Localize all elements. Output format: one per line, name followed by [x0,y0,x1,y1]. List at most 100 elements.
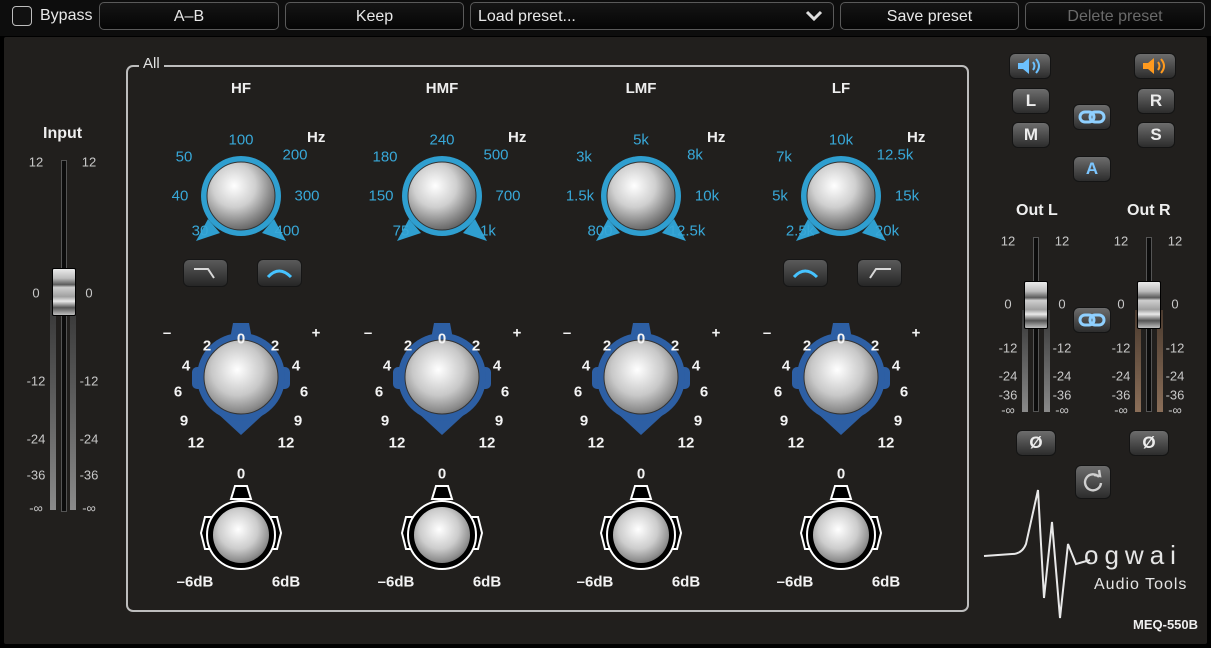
phase-left-button[interactable]: Ø [1016,430,1056,456]
brand-subtitle: Audio Tools [1094,576,1188,593]
input-scale-tick: 0 [85,285,93,301]
frequency-scale-label: 800 [587,222,613,240]
trim-min-label: –6dB [377,573,415,591]
right-channel-button[interactable]: R [1137,88,1175,114]
band-title: HF [231,80,251,97]
input-scale-tick: -36 [79,467,99,483]
trim-zero-label: 0 [836,465,846,483]
frequency-scale-label: 30 [191,222,209,240]
trim-max-label: 6dB [671,573,701,591]
bell-icon [792,269,819,279]
out-left-scale-tick: 0 [1058,296,1066,312]
frequency-scale-label: 20k [874,222,900,240]
out-left-scale-tick: -∞ [1001,402,1015,418]
gain-scale-label: 4 [891,357,901,375]
gain-scale-label: 2 [670,337,680,355]
out-right-scale-tick: 0 [1117,296,1125,312]
gain-scale-label: 9 [893,412,903,430]
out-right-scale-tick: -24 [1165,368,1185,384]
auto-gain-button[interactable]: A [1073,156,1111,182]
gain-plus-label: + [311,324,321,342]
frequency-scale-label: 1.5k [565,187,595,205]
band-title: LMF [625,80,657,97]
out-left-scale-tick: 0 [1004,296,1012,312]
gain-scale-label: 9 [779,412,789,430]
filter-shape-button[interactable] [183,259,228,287]
link-outputs-button[interactable] [1073,307,1111,333]
logo-wave-icon [983,489,1091,619]
frequency-scale-label: 5k [633,131,649,149]
gain-scale-label: 9 [293,412,303,430]
gain-scale-label: 4 [581,357,591,375]
preset-dropdown[interactable]: Load preset... [470,2,834,30]
delete-preset-button[interactable]: Delete preset [1025,2,1205,30]
gain-scale-label: 12 [677,434,695,452]
frequency-scale-label: 40 [171,187,189,205]
out-left-fader-handle[interactable] [1024,281,1048,329]
frequency-scale-label: 8k [687,146,703,164]
frequency-scale-label: 180 [372,148,398,166]
gain-minus-label: – [162,324,172,342]
frequency-scale-label: 1k [480,222,496,240]
band-title: LF [831,80,851,97]
frequency-scale-label: 15k [894,187,920,205]
out-left-scale-tick: 12 [1054,233,1070,249]
frequency-scale-label: 240 [429,131,455,149]
bell-icon [266,269,293,279]
trim-zero-label: 0 [437,465,447,483]
filter-shape-button[interactable] [857,259,902,287]
filter-shape-button[interactable] [783,259,828,287]
phase-right-button[interactable]: Ø [1129,430,1169,456]
input-scale-tick: -12 [79,373,99,389]
frequency-scale-label: 10k [828,131,854,149]
input-scale-tick: -36 [26,467,46,483]
out-right-fader-handle[interactable] [1137,281,1161,329]
bypass-label: Bypass [40,7,93,24]
trim-min-label: –6dB [176,573,214,591]
toolbar: Bypass A–B Keep Load preset... Save pres… [0,0,1211,36]
trim-knob[interactable] [191,483,291,583]
speaker-icon [1143,58,1165,74]
keep-button[interactable]: Keep [285,2,464,30]
trim-knob[interactable] [591,483,691,583]
trim-max-label: 6dB [871,573,901,591]
trim-knob[interactable] [392,483,492,583]
gain-scale-label: 4 [382,357,392,375]
gain-scale-label: 2 [403,337,413,355]
gain-scale-label: 4 [181,357,191,375]
link-channels-button[interactable] [1073,104,1111,130]
gain-scale-label: 2 [270,337,280,355]
frequency-unit-label: Hz [508,129,527,146]
input-scale-tick: -∞ [82,500,96,516]
ab-button[interactable]: A–B [99,2,279,30]
speaker-right-button[interactable] [1134,53,1176,79]
frequency-scale-label: 75 [392,222,410,240]
frequency-scale-label: 700 [495,187,521,205]
trim-zero-label: 0 [636,465,646,483]
bypass-checkbox[interactable] [12,6,32,26]
gain-plus-label: + [711,324,721,342]
left-channel-button[interactable]: L [1012,88,1050,114]
gain-scale-label: 6 [500,383,510,401]
out-right-scale-tick: -12 [1111,340,1131,356]
shelf-icon [194,268,215,279]
speaker-left-button[interactable] [1009,53,1051,79]
frequency-unit-label: Hz [307,129,326,146]
frequency-scale-label: 150 [368,187,394,205]
side-channel-button[interactable]: S [1137,122,1175,148]
trim-knob[interactable] [791,483,891,583]
frequency-scale-label: 500 [483,146,509,164]
save-preset-button[interactable]: Save preset [840,2,1019,30]
frequency-scale-label: 50 [175,148,193,166]
gain-scale-label: 6 [699,383,709,401]
out-left-scale-tick: -36 [1052,387,1072,403]
frequency-scale-label: 5k [772,187,788,205]
input-scale-tick: 12 [81,154,97,170]
mid-channel-button[interactable]: M [1012,122,1050,148]
input-fader-handle[interactable] [52,268,76,316]
filter-shape-button[interactable] [257,259,302,287]
preset-value: Load preset... [478,8,576,25]
band-title: HMF [425,80,459,97]
gain-minus-label: – [363,324,373,342]
input-scale-tick: -12 [26,373,46,389]
